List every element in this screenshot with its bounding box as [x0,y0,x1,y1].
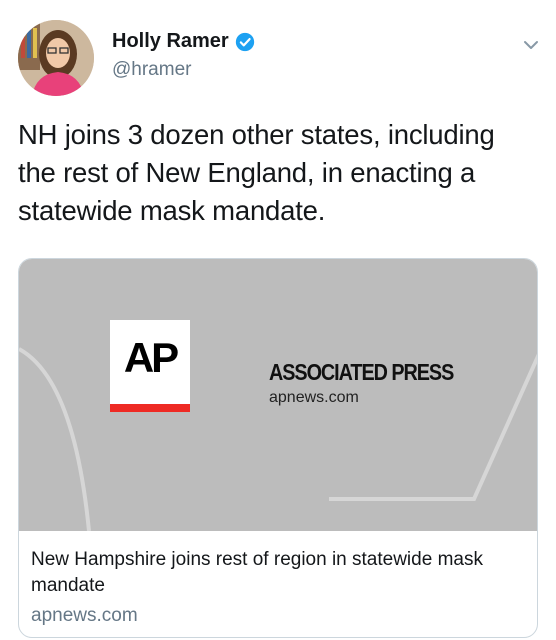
card-text: New Hampshire joins rest of region in st… [31,547,521,627]
author-name[interactable]: Holly Ramer [112,30,229,53]
ap-logo: AP [110,320,190,412]
publisher-name: ASSOCIATED PRESS [269,359,454,385]
tweet: Holly Ramer @hramer NH joins 3 dozen oth… [0,0,556,640]
card-domain[interactable]: apnews.com [31,605,521,627]
author-block: Holly Ramer @hramer [112,30,255,81]
author-handle[interactable]: @hramer [112,59,255,81]
tweet-text: NH joins 3 dozen other states, including… [18,119,495,226]
name-row: Holly Ramer [112,30,255,53]
ap-logo-redbar [110,404,190,412]
card-image[interactable]: AP ASSOCIATED PRESS apnews.com [19,259,537,531]
ap-logo-text: AP [123,334,179,381]
publisher-domain: apnews.com [269,389,359,406]
verified-badge-icon [235,32,255,52]
avatar[interactable] [18,20,94,96]
chevron-down-icon[interactable] [522,36,540,54]
card-title[interactable]: New Hampshire joins rest of region in st… [31,547,521,599]
link-card[interactable]: AP ASSOCIATED PRESS apnews.com New Hamps… [18,258,538,638]
